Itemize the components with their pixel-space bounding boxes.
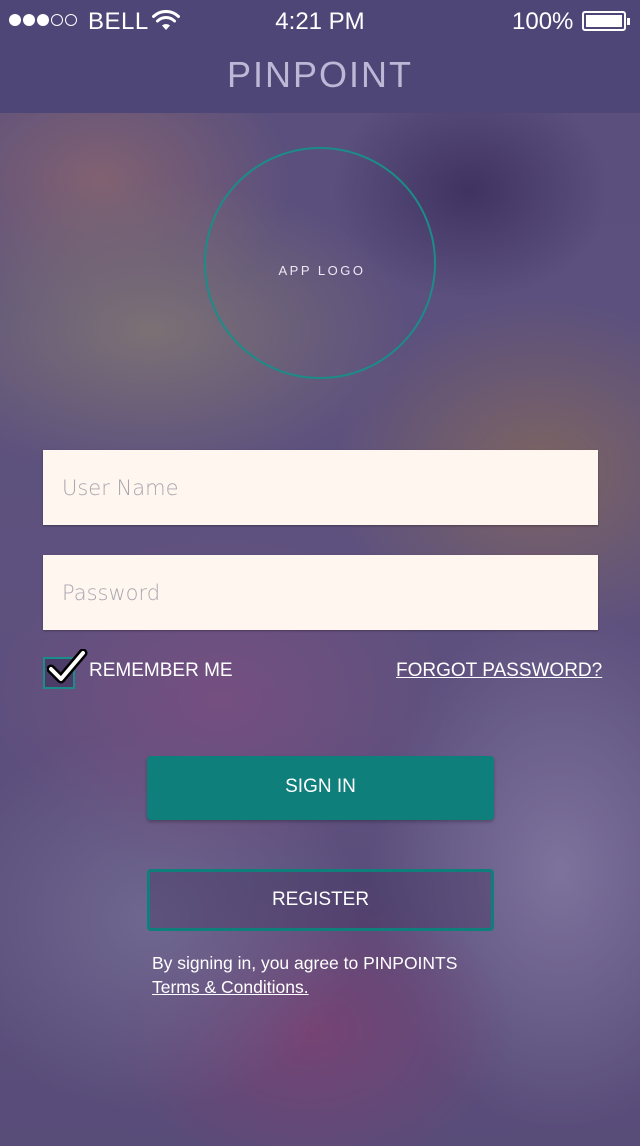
sign-in-button[interactable]: SIGN IN: [147, 756, 494, 820]
app-title: PINPOINT: [226, 54, 413, 95]
terms-text: By signing in, you agree to PINPOINTS: [152, 953, 458, 973]
app-logo: APP LOGO: [204, 147, 436, 379]
battery-icon: [582, 11, 630, 31]
password-input[interactable]: [43, 555, 598, 630]
terms-notice: By signing in, you agree to PINPOINTS Te…: [152, 951, 457, 999]
status-bar: BELL 4:21 PM 100%: [0, 0, 640, 44]
battery-percentage: 100%: [512, 8, 574, 35]
remember-me-label[interactable]: REMEMBER ME: [89, 660, 233, 682]
register-button[interactable]: REGISTER: [147, 869, 494, 931]
forgot-password-link[interactable]: FORGOT PASSWORD?: [396, 660, 602, 682]
login-screen: BELL 4:21 PM 100% PINPOINT APP LOGO REME…: [0, 0, 640, 1146]
username-input[interactable]: [43, 450, 598, 525]
checkmark-icon: [47, 649, 88, 684]
terms-conditions-link[interactable]: Terms & Conditions.: [152, 975, 457, 999]
app-logo-text: APP LOGO: [278, 263, 366, 278]
remember-me-checkbox[interactable]: [43, 649, 88, 689]
